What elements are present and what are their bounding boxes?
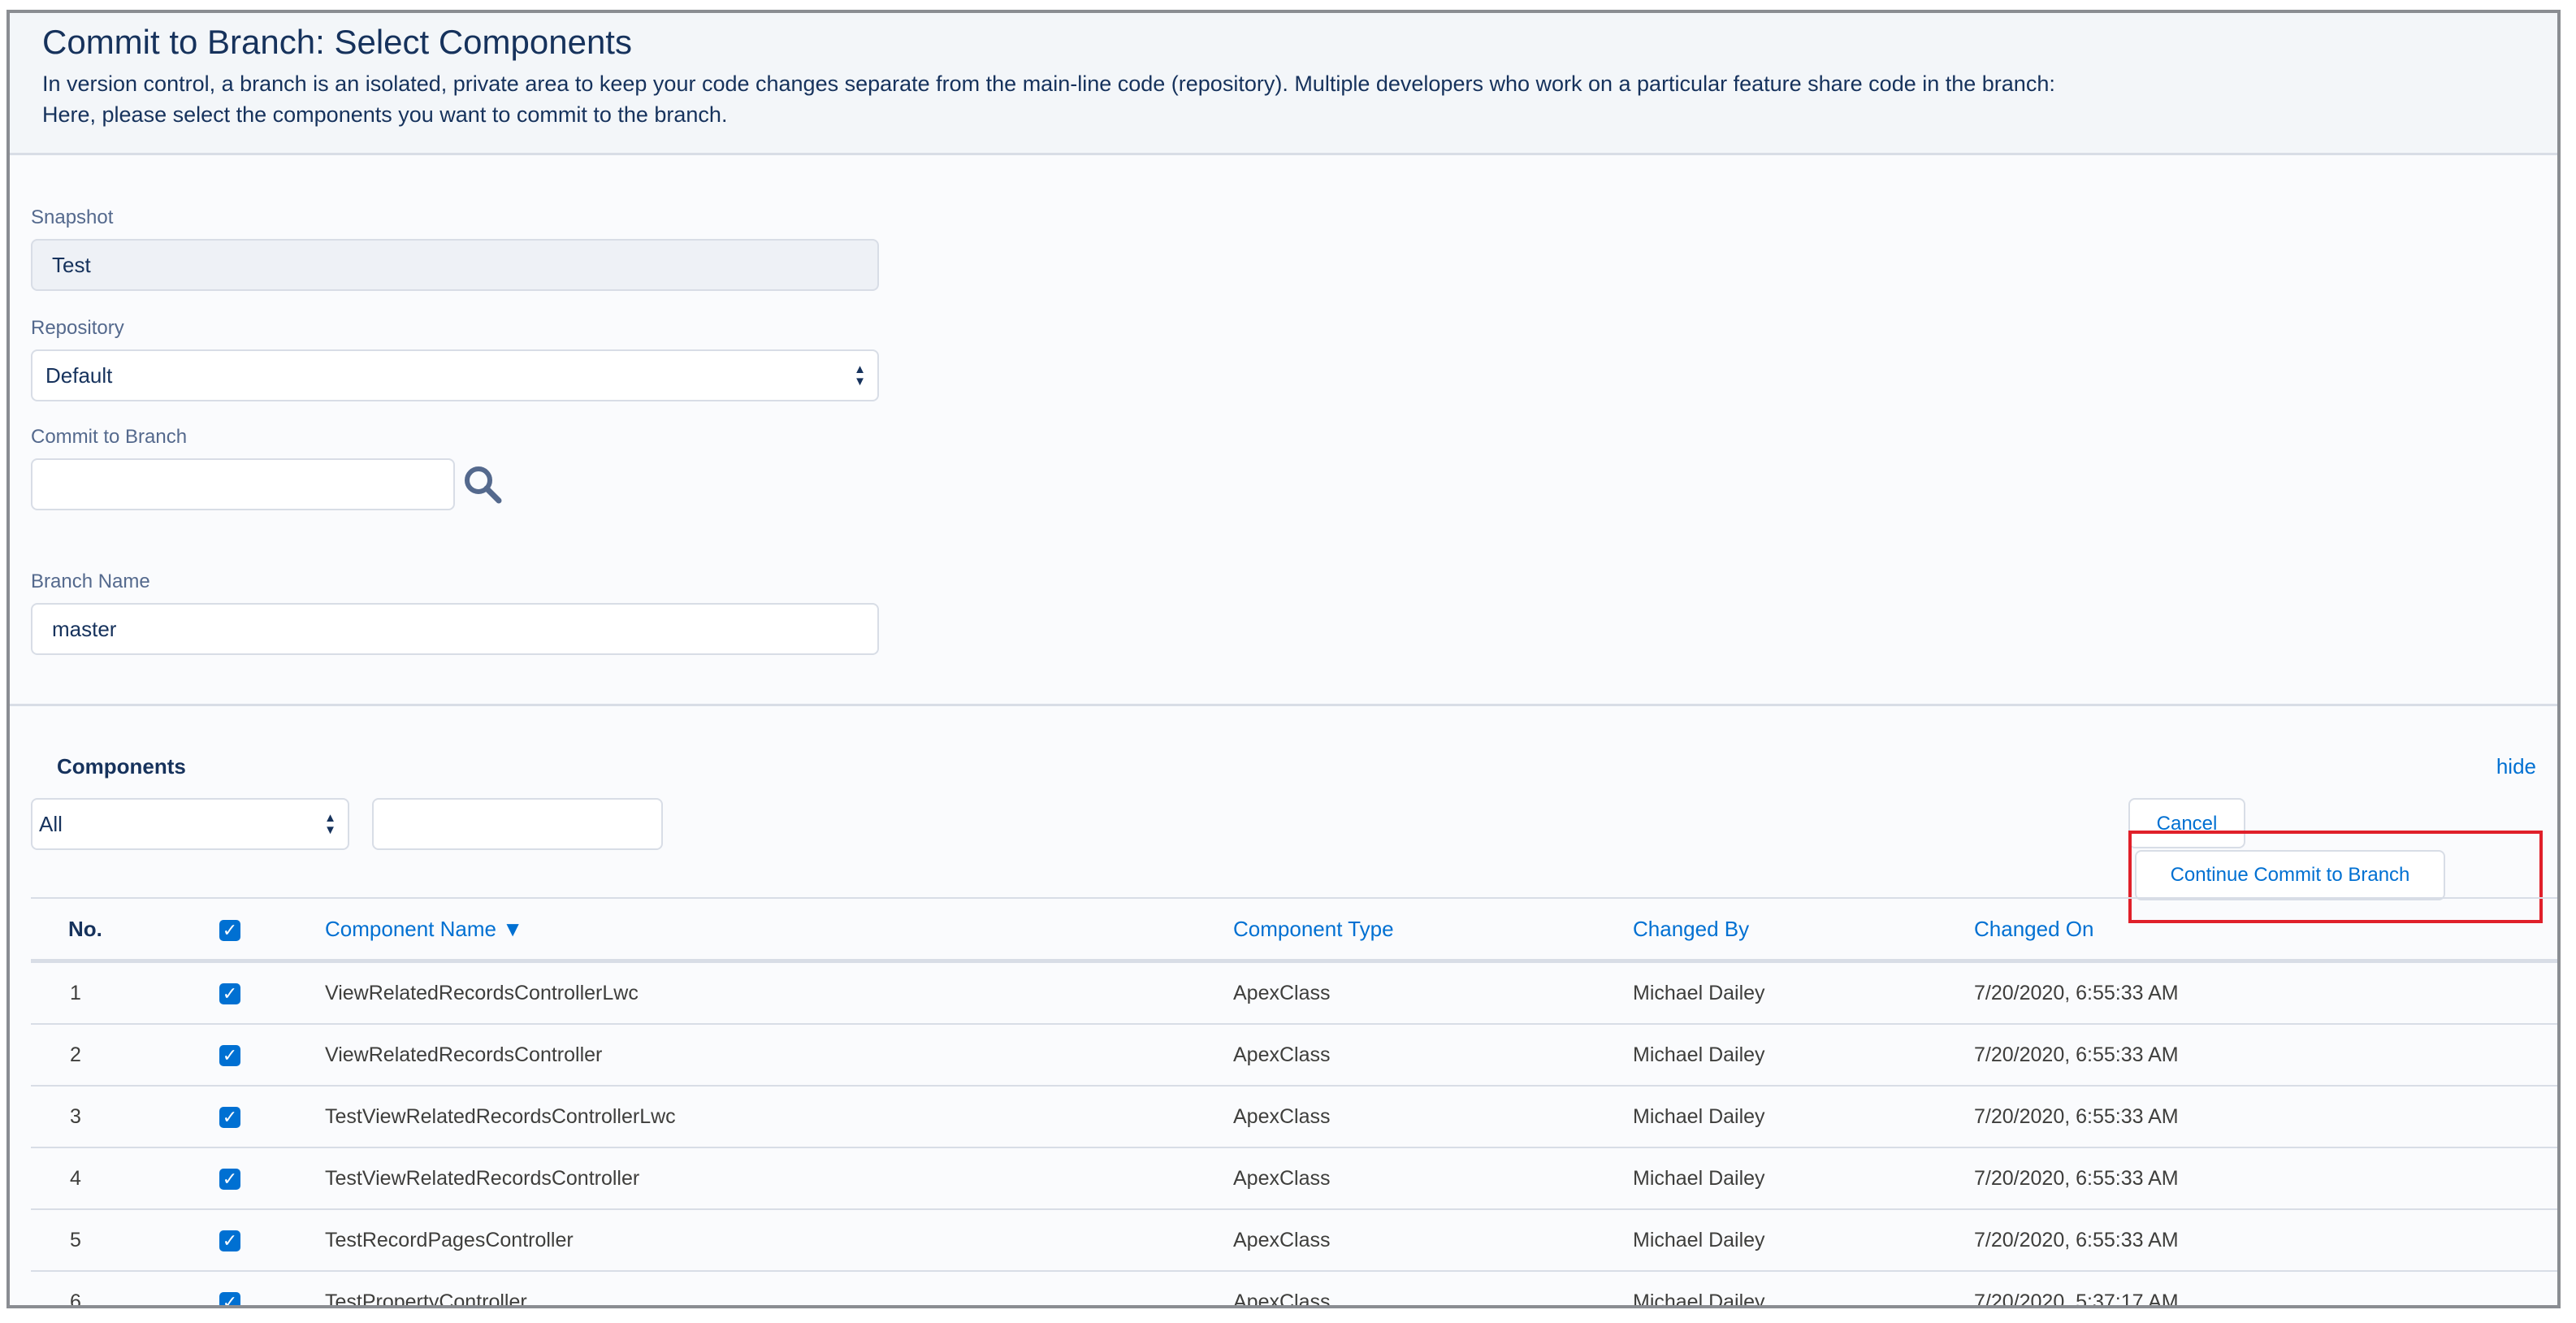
snapshot-field: Test	[31, 239, 879, 291]
column-header-select: ✓	[219, 897, 325, 963]
column-header-changed-on[interactable]: Changed On	[1974, 897, 2557, 963]
changed-by: Michael Dailey	[1633, 1209, 1974, 1272]
component-type: ApexClass	[1233, 1024, 1633, 1087]
row-number: 4	[31, 1147, 219, 1210]
select-arrows-icon: ▲ ▼	[854, 362, 866, 388]
component-type: ApexClass	[1233, 1147, 1633, 1210]
row-checkbox[interactable]: ✓	[219, 1168, 240, 1190]
component-name: ViewRelatedRecordsController	[325, 1024, 1233, 1087]
row-select-cell: ✓	[219, 961, 325, 1025]
changed-on: 7/20/2020, 6:55:33 AM	[1974, 1086, 2557, 1148]
row-number: 2	[31, 1024, 219, 1087]
page-title: Commit to Branch: Select Components	[42, 23, 632, 61]
page-header: Commit to Branch: Select Components In v…	[10, 13, 2557, 155]
changed-by: Michael Dailey	[1633, 1271, 1974, 1305]
row-select-cell: ✓	[219, 1086, 325, 1148]
type-filter-value: All	[39, 811, 63, 836]
component-name: ViewRelatedRecordsControllerLwc	[325, 961, 1233, 1025]
snapshot-value: Test	[52, 252, 91, 277]
hide-link[interactable]: hide	[2496, 754, 2536, 779]
changed-on: 7/20/2020, 6:55:33 AM	[1974, 1147, 2557, 1210]
row-select-cell: ✓	[219, 1271, 325, 1305]
row-number: 3	[31, 1086, 219, 1148]
search-icon[interactable]	[461, 463, 505, 507]
row-checkbox[interactable]: ✓	[219, 982, 240, 1004]
changed-on: 7/20/2020, 5:37:17 AM	[1974, 1271, 2557, 1305]
type-filter-select[interactable]: All ▲ ▼	[31, 798, 349, 850]
row-checkbox[interactable]: ✓	[219, 1230, 240, 1251]
component-type: ApexClass	[1233, 1271, 1633, 1305]
component-search-input[interactable]	[372, 798, 663, 850]
table-row: 2 ✓ ViewRelatedRecordsController ApexCla…	[31, 1024, 2557, 1087]
table-row: 1 ✓ ViewRelatedRecordsControllerLwc Apex…	[31, 961, 2557, 1025]
component-name: TestPropertyController	[325, 1271, 1233, 1305]
commit-to-branch-input[interactable]	[31, 458, 455, 510]
changed-by: Michael Dailey	[1633, 1024, 1974, 1087]
snapshot-label: Snapshot	[31, 206, 114, 228]
row-number: 5	[31, 1209, 219, 1272]
table-row: 3 ✓ TestViewRelatedRecordsControllerLwc …	[31, 1086, 2557, 1148]
branch-name-value: master	[52, 616, 117, 641]
repository-label: Repository	[31, 317, 124, 339]
changed-by: Michael Dailey	[1633, 1086, 1974, 1148]
changed-on: 7/20/2020, 6:55:33 AM	[1974, 1209, 2557, 1272]
table-row: 5 ✓ TestRecordPagesController ApexClass …	[31, 1209, 2557, 1272]
table-header-row: No. ✓ Component Name ▼ Component Type Ch…	[31, 897, 2557, 963]
row-checkbox[interactable]: ✓	[219, 1044, 240, 1066]
component-name: TestViewRelatedRecordsControllerLwc	[325, 1086, 1233, 1148]
row-select-cell: ✓	[219, 1147, 325, 1210]
select-arrows-icon: ▲ ▼	[324, 811, 336, 837]
page-description: In version control, a branch is an isola…	[42, 72, 2055, 96]
select-all-checkbox[interactable]: ✓	[219, 919, 240, 941]
row-number: 6	[31, 1271, 219, 1305]
column-header-changed-by[interactable]: Changed By	[1633, 897, 1974, 963]
component-type: ApexClass	[1233, 1209, 1633, 1272]
table-row: 4 ✓ TestViewRelatedRecordsController Ape…	[31, 1147, 2557, 1210]
repository-select[interactable]: Default ▲ ▼	[31, 349, 879, 401]
changed-by: Michael Dailey	[1633, 1147, 1974, 1210]
changed-on: 7/20/2020, 6:55:33 AM	[1974, 1024, 2557, 1087]
column-header-no: No.	[31, 897, 219, 963]
changed-by: Michael Dailey	[1633, 961, 1974, 1025]
commit-to-branch-panel: Commit to Branch: Select Components In v…	[6, 10, 2561, 1308]
commit-to-branch-label: Commit to Branch	[31, 426, 188, 448]
row-select-cell: ✓	[219, 1209, 325, 1272]
column-header-component-type[interactable]: Component Type	[1233, 897, 1633, 963]
page-instructions: Here, please select the components you w…	[42, 102, 728, 127]
component-type: ApexClass	[1233, 961, 1633, 1025]
branch-name-input[interactable]: master	[31, 603, 879, 655]
changed-on: 7/20/2020, 6:55:33 AM	[1974, 961, 2557, 1025]
row-checkbox[interactable]: ✓	[219, 1106, 240, 1128]
repository-value: Default	[45, 362, 113, 388]
component-type: ApexClass	[1233, 1086, 1633, 1148]
component-name: TestViewRelatedRecordsController	[325, 1147, 1233, 1210]
row-checkbox[interactable]: ✓	[219, 1291, 240, 1305]
row-number: 1	[31, 961, 219, 1025]
branch-name-label: Branch Name	[31, 570, 150, 592]
components-title: Components	[57, 754, 186, 779]
table-row: 6 ✓ TestPropertyController ApexClass Mic…	[31, 1271, 2557, 1305]
row-select-cell: ✓	[219, 1024, 325, 1087]
components-table: No. ✓ Component Name ▼ Component Type Ch…	[31, 897, 2557, 1305]
section-divider	[10, 704, 2557, 706]
component-name: TestRecordPagesController	[325, 1209, 1233, 1272]
column-header-component-name[interactable]: Component Name ▼	[325, 897, 1233, 963]
